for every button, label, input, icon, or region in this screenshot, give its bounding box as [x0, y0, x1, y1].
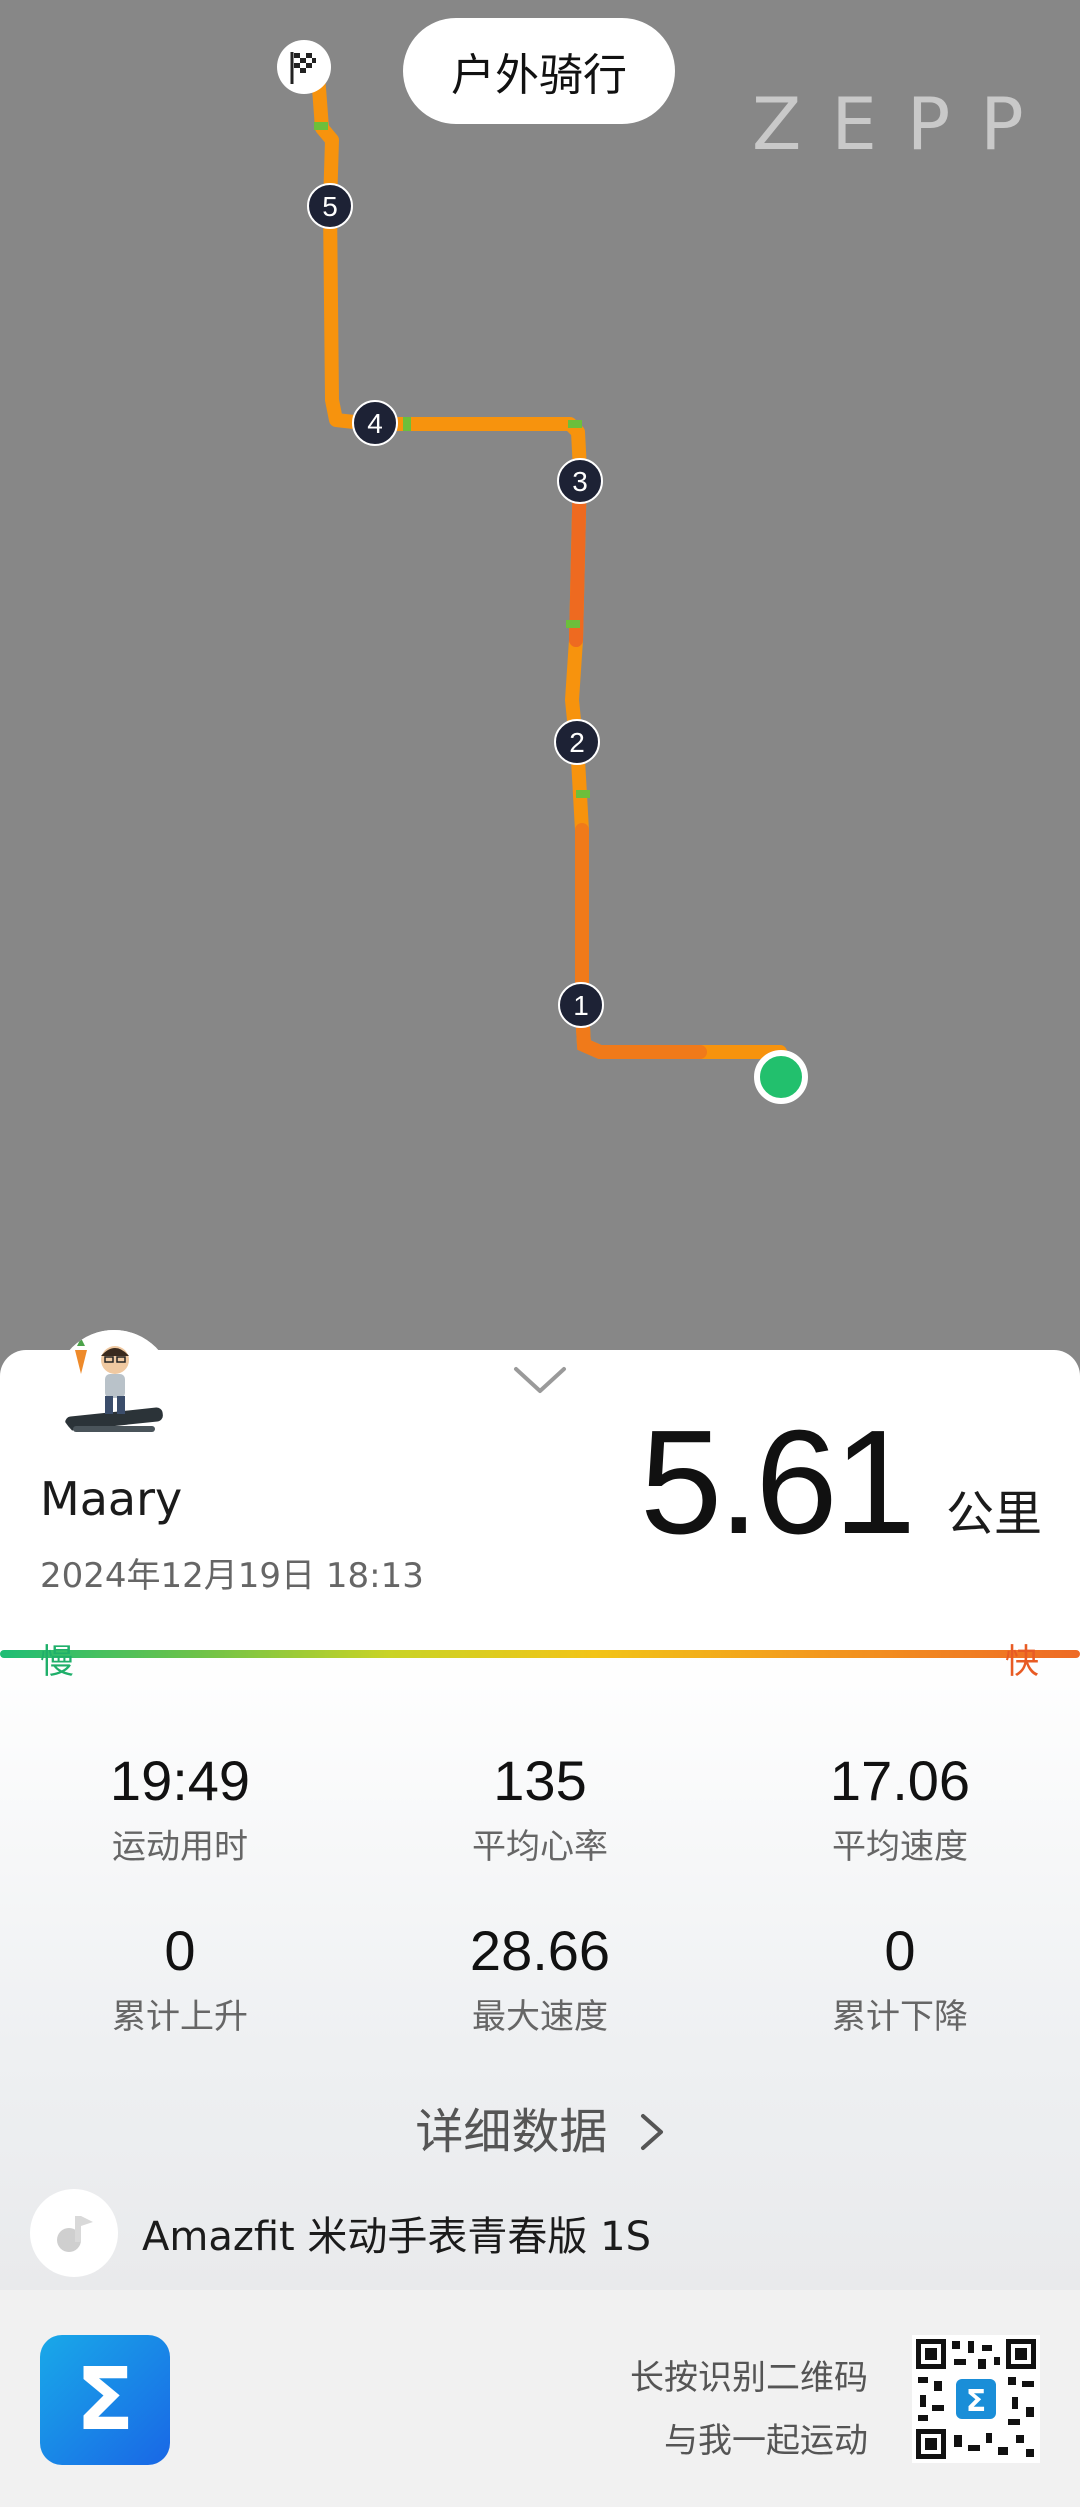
brand-logo: ZEPP — [752, 82, 1054, 166]
stat-label: 累计下降 — [832, 1997, 968, 2037]
speed-color-scale — [0, 1650, 1080, 1658]
speed-fast-label: 快 — [1005, 1642, 1039, 1682]
detail-data-link[interactable]: 详细数据 — [0, 2092, 1080, 2162]
km-marker-label: 5 — [322, 191, 338, 222]
km-marker-4[interactable]: 4 — [352, 400, 398, 446]
stat-label: 运动用时 — [112, 1827, 248, 1867]
stat-value: 135 — [493, 1749, 587, 1812]
stat-value: 0 — [164, 1919, 196, 1982]
km-marker-5[interactable]: 5 — [307, 183, 353, 229]
device-row[interactable]: Amazfit 米动手表青春版 1S — [30, 2188, 651, 2278]
avatar[interactable] — [55, 1330, 173, 1448]
route-line — [311, 68, 787, 1059]
device-name: Amazfit 米动手表青春版 1S — [142, 2214, 651, 2260]
chevron-down-icon[interactable] — [510, 1363, 570, 1397]
svg-text:Σ: Σ — [966, 2384, 987, 2419]
route-map[interactable]: 5 4 3 2 1 — [0, 0, 1080, 1360]
km-marker-2[interactable]: 2 — [554, 719, 600, 765]
km-marker-1[interactable]: 1 — [558, 982, 604, 1028]
km-marker-label: 2 — [569, 727, 585, 758]
km-marker-label: 1 — [573, 990, 589, 1021]
route-slow-mark — [576, 790, 590, 798]
route-slow-mark — [403, 417, 411, 431]
detail-data-label: 详细数据 — [415, 2104, 608, 2160]
stat-label: 最大速度 — [472, 1997, 608, 2037]
avatar-cartoon-icon — [55, 1330, 173, 1448]
distance-value: 5.61 — [639, 1400, 916, 1565]
route-slow-mark — [566, 620, 580, 628]
stat-value: 17.06 — [829, 1749, 971, 1812]
activity-datetime: 2024年12月19日 18:13 — [40, 1556, 424, 1596]
checkered-flag-icon[interactable] — [277, 40, 331, 94]
stat-avg-heart-rate: 135 平均心率 — [390, 1748, 690, 1868]
activity-title: 户外骑行 — [451, 50, 627, 101]
km-marker-label: 4 — [367, 408, 383, 439]
stat-total-ascent: 0 累计上升 — [30, 1918, 330, 2038]
route-slow-mark — [568, 420, 582, 428]
stat-avg-speed: 17.06 平均速度 — [750, 1748, 1050, 1868]
stat-label: 平均心率 — [472, 1827, 608, 1867]
km-marker-label: 3 — [572, 466, 588, 497]
chevron-right-icon — [639, 2104, 665, 2160]
stat-value: 19:49 — [109, 1749, 251, 1812]
stat-duration: 19:49 运动用时 — [30, 1748, 330, 1868]
route-map-svg: 5 4 3 2 1 — [277, 40, 808, 1104]
user-name: Maary — [40, 1472, 183, 1526]
stat-max-speed: 28.66 最大速度 — [390, 1918, 690, 2038]
zepp-sigma-logo-icon: Σ — [40, 2335, 170, 2465]
qr-instruction-line2: 与我一起运动 — [664, 2421, 868, 2461]
stat-value: 28.66 — [469, 1919, 611, 1982]
qr-instruction-line1: 长按识别二维码 — [630, 2358, 868, 2398]
distance-unit: 公里 — [946, 1486, 1043, 1542]
speed-slow-label: 慢 — [40, 1642, 74, 1682]
stat-value: 0 — [884, 1919, 916, 1982]
activity-title-pill: 户外骑行 — [403, 18, 675, 124]
stat-label: 累计上升 — [112, 1997, 248, 2037]
route-slow-mark — [314, 122, 328, 130]
app-logo-letter: Σ — [75, 2350, 135, 2450]
qr-code-icon[interactable]: Σ — [912, 2335, 1040, 2463]
km-marker-3[interactable]: 3 — [557, 458, 603, 504]
watch-device-icon — [30, 2189, 118, 2277]
stat-label: 平均速度 — [832, 1827, 968, 1867]
stat-total-descent: 0 累计下降 — [750, 1918, 1050, 2038]
start-point-icon[interactable] — [754, 1050, 808, 1104]
route-fast-segment — [575, 823, 707, 1059]
